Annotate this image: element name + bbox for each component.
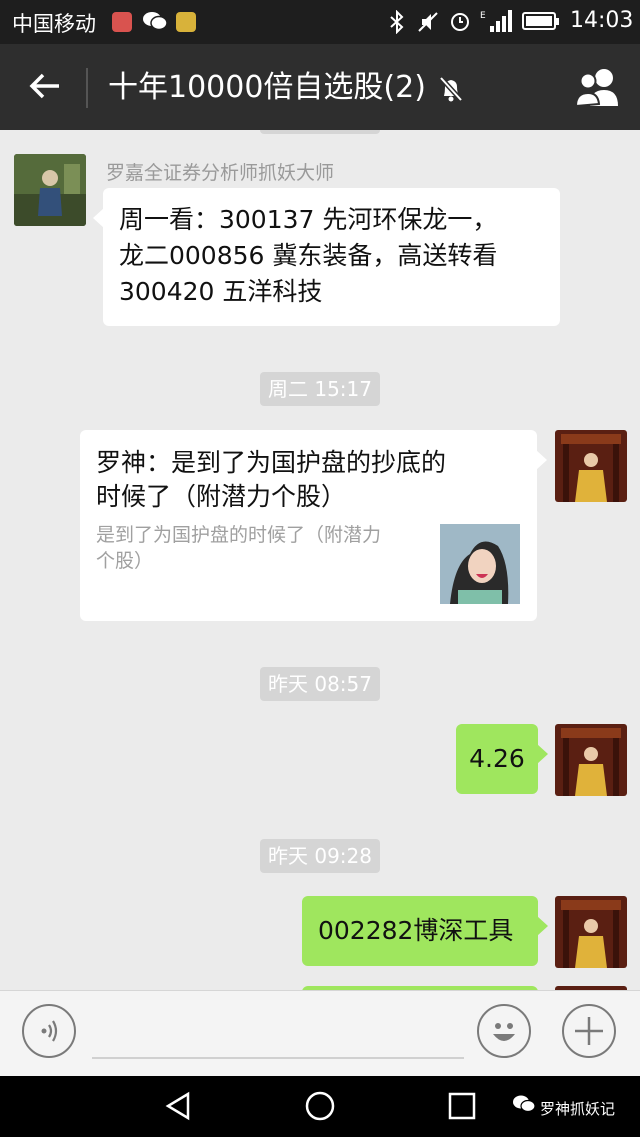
timestamp: 昨天 08:57 — [260, 667, 380, 701]
emoji-button[interactable] — [477, 1004, 531, 1058]
svg-text:E: E — [480, 11, 486, 21]
mute-bell-icon — [436, 74, 466, 108]
nav-back-icon[interactable] — [160, 1088, 196, 1128]
silent-icon — [416, 10, 440, 38]
nav-home-icon[interactable] — [302, 1088, 338, 1128]
alarm-icon — [448, 9, 472, 37]
chat-area[interactable]: 罗嘉全证券分析师抓妖大师 周一看：300137 先河环保龙一， 龙二000856… — [0, 130, 640, 990]
watermark-wechat-icon — [512, 1094, 536, 1118]
link-title-line: 罗神：是到了为国护盘的抄底的 — [96, 448, 447, 477]
message-text: 4.26 — [469, 744, 525, 773]
system-nav-bar: 罗神抓妖记 — [0, 1076, 640, 1137]
link-description-line: 个股） — [96, 550, 154, 572]
signal-icon: E — [480, 8, 514, 38]
bluetooth-icon — [388, 9, 406, 38]
link-thumbnail-image — [440, 524, 520, 604]
carrier-label: 中国移动 — [12, 12, 96, 36]
my-avatar[interactable] — [555, 724, 627, 796]
chat-header: 十年10000倍自选股(2) — [0, 44, 640, 130]
group-members-icon[interactable] — [572, 66, 624, 114]
message-input[interactable] — [92, 1057, 464, 1059]
smiley-icon — [493, 1023, 515, 1041]
message-bubble[interactable]: 4.26 — [456, 724, 548, 794]
chat-title: 十年10000倍自选股(2) — [108, 70, 426, 105]
timestamp: 周二 15:17 — [260, 372, 380, 406]
my-avatar[interactable] — [555, 896, 627, 968]
message-text: 002282博深工具 — [318, 916, 514, 945]
wechat-icon — [142, 10, 168, 36]
sender-name: 罗嘉全证券分析师抓妖大师 — [106, 162, 335, 184]
sender-avatar[interactable] — [14, 154, 86, 226]
message-bubble[interactable]: 002282博深工具 — [302, 896, 548, 966]
my-avatar[interactable] — [555, 430, 627, 502]
message-bubble[interactable]: 周一看：300137 先河环保龙一， 龙二000856 冀东装备，高送转看 30… — [93, 188, 560, 326]
back-arrow-icon[interactable] — [20, 66, 70, 115]
nav-recents-icon[interactable] — [444, 1088, 480, 1128]
battery-icon — [522, 12, 559, 30]
message-text-line: 300420 五洋科技 — [119, 277, 323, 306]
notes-app-icon — [176, 12, 196, 32]
notification-app-icon — [112, 12, 132, 32]
status-bar: 中国移动 E 14:03 — [0, 0, 640, 44]
link-title-line: 时候了（附潜力个股） — [96, 482, 347, 511]
link-description-line: 是到了为国护盘的时候了（附潜力 — [96, 524, 382, 546]
timestamp-top-partial — [260, 130, 380, 134]
message-text-line: 周一看：300137 先河环保龙一， — [119, 205, 498, 234]
more-button[interactable] — [562, 1004, 616, 1058]
plus-icon — [575, 1017, 603, 1045]
timestamp: 昨天 09:28 — [260, 839, 380, 873]
title-divider — [86, 68, 88, 108]
link-card[interactable]: 罗神：是到了为国护盘的抄底的 时候了（附潜力个股） 是到了为国护盘的时候了（附潜… — [80, 430, 547, 621]
voice-input-button[interactable] — [22, 1004, 76, 1058]
voice-icon — [41, 1020, 58, 1042]
input-bar — [0, 990, 640, 1077]
watermark-text: 罗神抓妖记 — [540, 1100, 616, 1118]
message-text-line: 龙二000856 冀东装备，高送转看 — [119, 241, 498, 270]
clock-time: 14:03 — [570, 8, 634, 33]
